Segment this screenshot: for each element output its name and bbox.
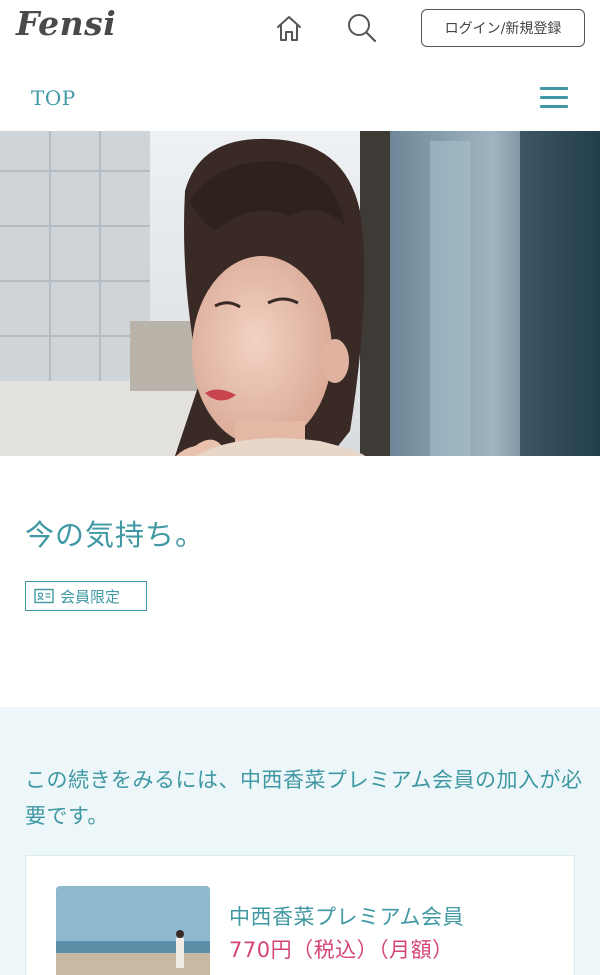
hamburger-menu-icon[interactable]: [540, 85, 569, 111]
site-header: Fensi ログイン/新規登録: [0, 0, 600, 60]
top-link[interactable]: TOP: [31, 86, 76, 110]
fensi-logo[interactable]: Fensi: [16, 4, 116, 43]
member-card-icon: [34, 588, 54, 604]
plan-card[interactable]: 中西香菜プレミアム会員 770円（税込）（月額）: [25, 855, 575, 975]
paywall-section: この続きをみるには、中西香菜プレミアム会員の加入が必要です。 中西香菜プレミアム…: [0, 707, 600, 975]
post-title: 今の気持ち。: [25, 518, 206, 552]
members-only-badge: 会員限定: [25, 581, 147, 611]
sub-navigation: TOP: [0, 66, 600, 130]
search-icon[interactable]: [345, 11, 379, 45]
badge-label: 会員限定: [60, 587, 121, 606]
plan-name: 中西香菜プレミアム会員: [229, 905, 465, 929]
hero-photo: [0, 131, 600, 456]
home-icon[interactable]: [272, 11, 306, 45]
paywall-message: この続きをみるには、中西香菜プレミアム会員の加入が必要です。: [25, 768, 583, 828]
plan-thumbnail: [56, 886, 210, 975]
plan-price: 770円（税込）（月額）: [229, 938, 454, 962]
login-register-button[interactable]: ログイン/新規登録: [421, 9, 585, 47]
